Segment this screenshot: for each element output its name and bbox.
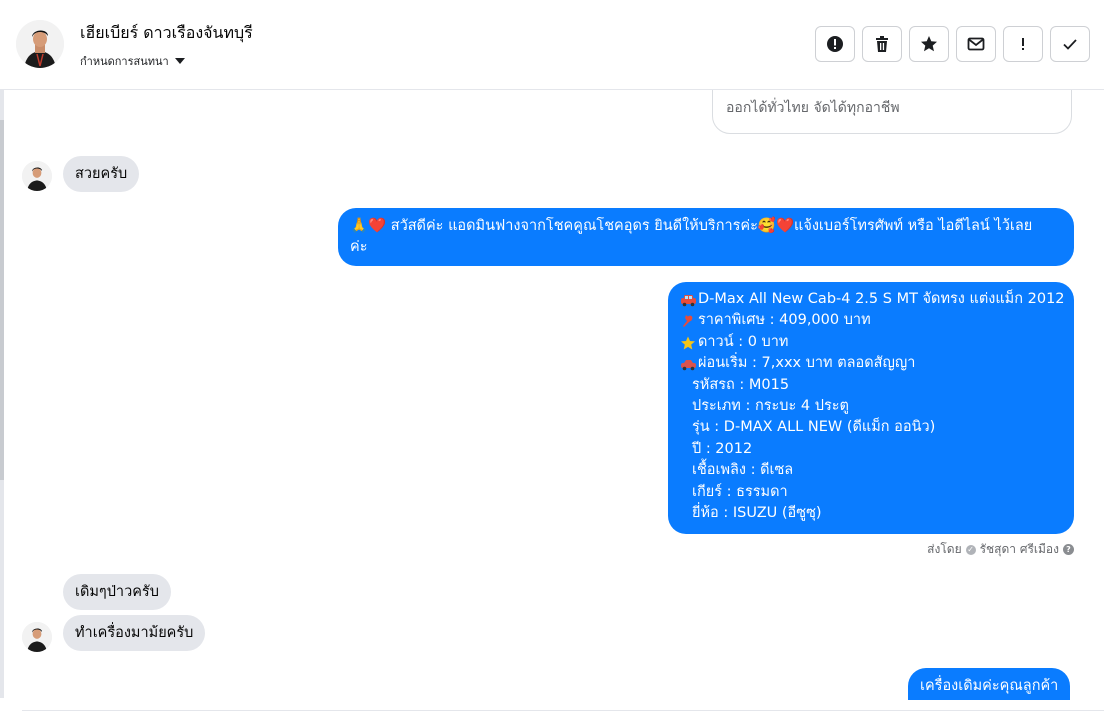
sender-avatar [22,161,52,191]
mark-unread-button[interactable] [956,26,996,62]
star-icon [921,36,937,52]
greeting-emoji: 🙏❤️ [350,218,387,234]
car-icon [681,294,696,307]
outgoing-message[interactable]: เครื่องเดิมค่ะคุณลูกค้า [908,668,1071,700]
spec-installment: ผ่อนเริ่ม : 7,xxx บาท ตลอดสัญญา [698,355,916,372]
card-subtitle: ออกได้ทั่วไทย จัดได้ทุกอาชีพ [726,100,900,116]
verified-icon: ✓ [965,544,976,555]
conversation-header: เฮียเบียร์ ดาวเรืองจันทบุรี กำหนดการสนทน… [0,0,1104,90]
spec-model: รุ่น : D-MAX ALL NEW (ดีแม็ก ออนิว) [692,419,936,436]
pushpin-icon [683,315,693,328]
conversation-setting-dropdown[interactable]: กำหนดการสนทนา [80,52,185,70]
sent-by-meta: ส่งโดย ✓ รัชสุดา ศรีเมือง ? [927,540,1074,559]
spec-brand: ยี่ห้อ : ISUZU (อีซูซุ) [692,505,822,522]
action-toolbar [815,26,1090,62]
spec-type: ประเภท : กระบะ 4 ประตู [692,398,849,415]
delete-button[interactable] [862,26,902,62]
help-icon[interactable]: ? [1063,544,1074,555]
spec-year: ปี : 2012 [692,440,753,457]
car-side-icon [681,359,696,371]
spec-fuel: เชื้อเพลิง : ดีเซล [692,462,794,479]
spam-button[interactable] [815,26,855,62]
star-button[interactable] [909,26,949,62]
exclamation-icon [1022,38,1024,50]
alert-circle-icon [827,36,843,52]
spec-price: ราคาพิเศษ : 409,000 บาท [698,312,871,329]
contact-name[interactable]: เฮียเบียร์ ดาวเรืองจันทบุรี [80,21,253,46]
incoming-message[interactable]: เดิมๆป่าวครับ [63,574,171,610]
check-icon [1063,39,1077,50]
contact-avatar[interactable] [16,20,64,68]
greeting-text-end: ค่ะ [350,239,368,255]
spec-code: รหัสรถ : M015 [692,376,790,393]
sent-by-label: ส่งโดย [927,542,962,556]
greeting-text: สวัสดีค่ะ แอดมินฟางจากโชคคูณโชคอุดร ยินด… [390,218,1033,234]
scrollbar-thumb[interactable] [0,120,4,480]
outgoing-message-spec[interactable]: D-Max All New Cab-4 2.5 S MT จัดทรง แต่ง… [668,282,1074,534]
sender-avatar [22,622,52,652]
scrollbar[interactable] [0,90,4,698]
star-emoji-icon [681,336,695,350]
spec-gear: เกียร์ : ธรรมดา [692,483,788,500]
incoming-message[interactable]: สวยครับ [63,156,140,192]
incoming-message[interactable]: ทำเครื่องมาม้ยครับ [63,615,206,651]
outgoing-message[interactable]: 🙏❤️ สวัสดีค่ะ แอดมินฟางจากโชคคูณโชคอุดร … [338,208,1074,266]
trash-icon [876,36,888,52]
sent-by-name[interactable]: รัชสุดา ศรีเมือง [980,540,1059,559]
mail-icon [967,37,985,51]
conversation-setting-label: กำหนดการสนทนา [80,55,169,68]
spec-down: ดาวน์ : 0 บาท [698,333,789,350]
composer-divider [22,710,1104,711]
follow-up-button[interactable] [1003,26,1043,62]
done-button[interactable] [1050,26,1090,62]
spec-title: D-Max All New Cab-4 2.5 S MT จัดทรง แต่ง… [698,291,1065,307]
caret-down-icon [174,58,185,64]
